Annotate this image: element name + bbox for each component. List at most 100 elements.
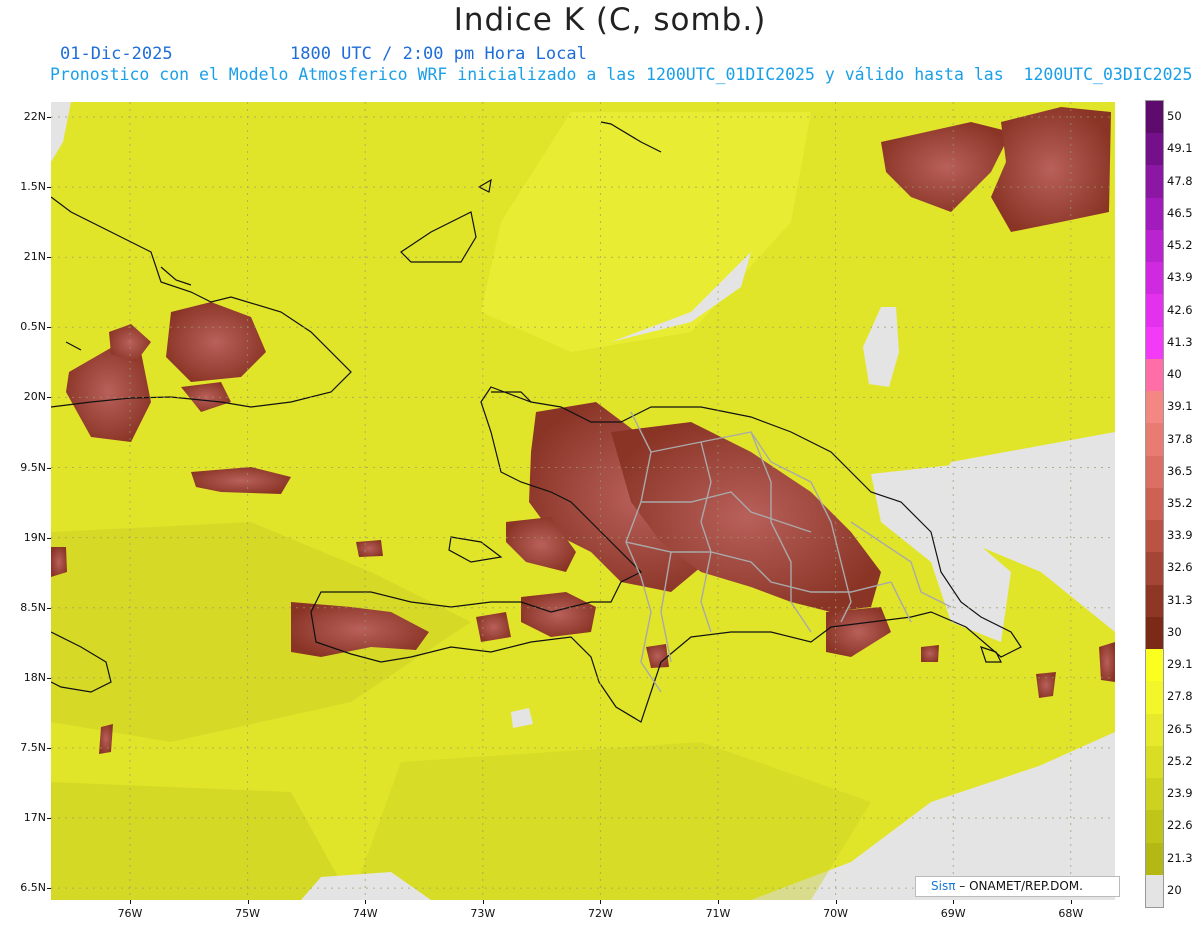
longitude-tick-label: 71W: [705, 907, 731, 920]
colorbar-label: 50: [1167, 109, 1182, 124]
colorbar-label: 39.1: [1167, 399, 1193, 414]
colorbar-label: 42.6: [1167, 302, 1193, 317]
colorbar-segment: [1146, 294, 1163, 328]
longitude-tick-label: 72W: [587, 907, 613, 920]
model-description: Pronostico con el Modelo Atmosferico WRF…: [50, 65, 1193, 84]
colorbar-segment: [1146, 423, 1163, 457]
longitude-tick-label: 76W: [117, 907, 143, 920]
longitude-tick: [835, 900, 837, 904]
high-k-cell: [1099, 642, 1115, 682]
latitude-tick-label: 20N: [23, 390, 46, 404]
high-k-cell: [991, 107, 1111, 232]
high-k-cell: [51, 547, 67, 577]
latitude-tick-label: 8.5N: [20, 600, 46, 614]
colorbar-label: 29.1: [1167, 657, 1193, 672]
longitude-tick-label: 73W: [470, 907, 496, 920]
latitude-tick-label: 21N: [23, 250, 46, 264]
organization-text: – ONAMET/REP.DOM.: [955, 879, 1083, 893]
latitude-tick-label: 0.5N: [20, 320, 46, 334]
latitude-tick: [47, 607, 51, 609]
high-k-cell: [99, 724, 113, 754]
colorbar-segment: [1146, 552, 1163, 586]
latitude-tick: [47, 677, 51, 679]
colorbar-label: 25.2: [1167, 753, 1193, 768]
longitude-tick: [718, 900, 719, 904]
longitude-tick: [247, 900, 249, 904]
latitude-tick: [47, 327, 51, 329]
colorbar-label: 27.8: [1167, 689, 1193, 704]
map-panel: [51, 102, 1115, 900]
colorbar-segment: [1146, 713, 1163, 747]
latitude-tick: [47, 747, 51, 749]
colorbar-segment: [1146, 262, 1163, 295]
colorbar-label: 33.9: [1167, 528, 1193, 543]
colorbar-segment: [1146, 778, 1163, 811]
latitude-tick: [47, 818, 51, 819]
sis-logo-text: Sisπ: [931, 879, 956, 893]
high-k-cell: [476, 612, 511, 642]
longitude-tick-label: 69W: [940, 907, 966, 920]
longitude-tick-label: 70W: [823, 907, 849, 920]
colorbar-label: 36.5: [1167, 463, 1193, 478]
colorbar-segment: [1146, 649, 1163, 682]
colorbar-segment: [1146, 455, 1163, 489]
latitude-tick: [47, 537, 51, 539]
longitude-tick: [953, 900, 955, 904]
colorbar-label: 32.6: [1167, 560, 1193, 575]
credit-box: Sisπ – ONAMET/REP.DOM.: [915, 876, 1120, 897]
colorbar-label: 23.9: [1167, 786, 1193, 801]
colorbar-segment: [1146, 326, 1163, 360]
latitude-tick: [47, 117, 51, 118]
colorbar-segment: [1146, 584, 1163, 618]
longitude-tick: [130, 900, 131, 904]
colorbar-label: 30: [1167, 624, 1182, 639]
chart-title: Indice K (C, somb.): [453, 2, 767, 38]
colorbar-label: 43.9: [1167, 270, 1193, 285]
longitude-tick: [482, 900, 484, 904]
colorbar-segment: [1146, 133, 1163, 166]
longitude-tick-label: 74W: [352, 907, 378, 920]
colorbar-label: 45.2: [1167, 238, 1193, 253]
latitude-tick-label: 17N: [23, 811, 46, 824]
longitude-tick-label: 68W: [1058, 907, 1084, 920]
longitude-tick: [365, 900, 367, 904]
colorbar-segment: [1146, 745, 1163, 779]
k-index-map: [51, 102, 1115, 900]
latitude-tick-label: 18N: [23, 670, 46, 684]
colorbar-segment: [1146, 874, 1163, 908]
colorbar-segment: [1146, 681, 1163, 715]
colorbar-label: 35.2: [1167, 496, 1193, 510]
latitude-tick: [47, 888, 51, 890]
longitude-tick: [1070, 900, 1072, 904]
colorbar-label: 26.5: [1167, 721, 1193, 736]
colorbar-label: 22.6: [1167, 818, 1193, 833]
high-k-cell: [1036, 672, 1056, 698]
colorbar-label: 46.5: [1167, 205, 1193, 220]
colorbar-segment: [1146, 165, 1163, 199]
colorbar-label: 21.3: [1167, 850, 1193, 865]
latitude-tick: [47, 467, 51, 469]
colorbar-label: 31.3: [1167, 592, 1193, 607]
colorbar: [1145, 100, 1164, 908]
colorbar-segment: [1146, 842, 1163, 876]
colorbar-segment: [1146, 616, 1163, 650]
latitude-tick: [47, 397, 51, 399]
latitude-tick-label: 9.5N: [20, 460, 46, 474]
latitude-tick-label: 6.5N: [20, 881, 46, 895]
latitude-tick-label: 22N: [23, 110, 46, 123]
latitude-tick-label: 7.5N: [20, 740, 46, 754]
colorbar-segment: [1146, 197, 1163, 231]
colorbar-label: 49.1: [1167, 141, 1193, 156]
colorbar-label: 41.3: [1167, 334, 1193, 349]
colorbar-segment: [1146, 810, 1163, 843]
valid-time: 1800 UTC / 2:00 pm Hora Local: [290, 44, 587, 64]
colorbar-segment: [1146, 358, 1163, 392]
latitude-tick-label: 19N: [23, 530, 46, 544]
colorbar-segment: [1146, 520, 1163, 553]
latitude-tick: [47, 257, 51, 259]
longitude-tick: [600, 900, 602, 904]
colorbar-segment: [1146, 101, 1163, 134]
colorbar-label: 20: [1167, 882, 1182, 897]
high-k-cell: [356, 540, 383, 557]
forecast-date: 01-Dic-2025: [60, 44, 173, 64]
